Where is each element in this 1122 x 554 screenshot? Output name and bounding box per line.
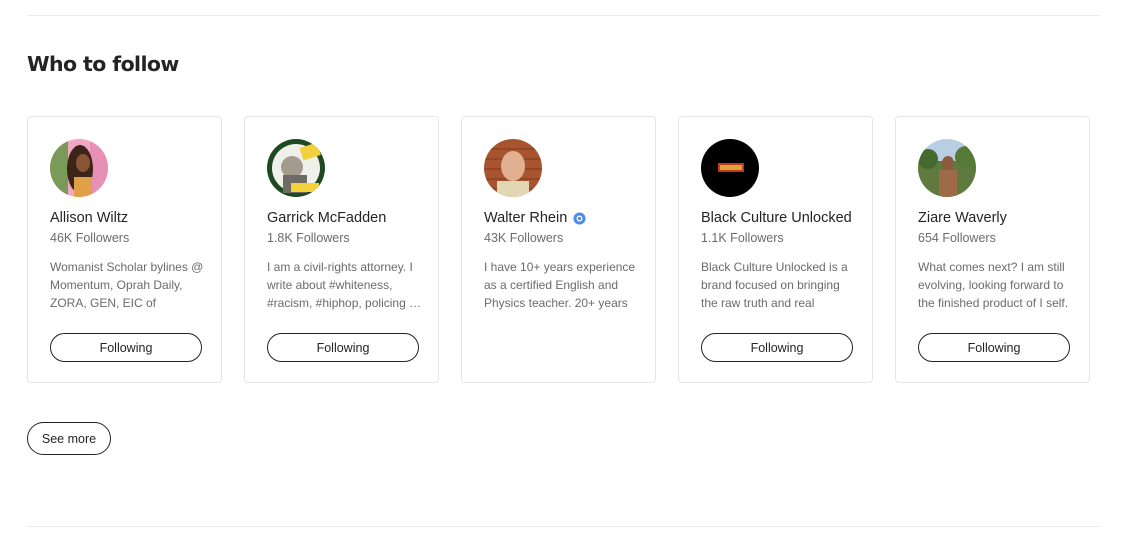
author-bio: Black Culture Unlocked is a brand focuse… <box>701 260 848 310</box>
following-button[interactable]: Following <box>701 333 853 362</box>
see-more-button[interactable]: See more <box>27 422 111 455</box>
author-bio: Womanist Scholar bylines @ Momentum, Opr… <box>50 260 204 310</box>
follow-card: Black Culture Unlocked 1.1K Followers Bl… <box>678 116 873 383</box>
follow-card: Walter Rhein 43K Followers I have 10+ ye… <box>461 116 656 383</box>
bottom-divider <box>27 526 1100 527</box>
avatar[interactable] <box>484 139 542 197</box>
following-button[interactable]: Following <box>50 333 202 362</box>
follower-count: 654 Followers <box>918 231 996 245</box>
author-name[interactable]: Walter Rhein <box>484 210 586 226</box>
author-bio: I have 10+ years experience as a certifi… <box>484 260 636 310</box>
avatar[interactable] <box>50 139 108 197</box>
black-logo-avatar-icon <box>701 139 759 197</box>
follower-count: 43K Followers <box>484 231 564 245</box>
following-button[interactable]: Following <box>918 333 1070 362</box>
who-to-follow-list: Allison Wiltz 46K Followers Womanist Sch… <box>27 116 1090 383</box>
follow-card: Garrick McFadden 1.8K Followers I am a c… <box>244 116 439 383</box>
author-bio: I am a civil-rights attorney. I write ab… <box>267 260 422 310</box>
follow-card: Ziare Waverly 654 Followers What comes n… <box>895 116 1090 383</box>
author-name[interactable]: Ziare Waverly <box>918 210 1007 226</box>
man-with-medium-badge-avatar-icon <box>267 139 325 197</box>
man-brick-wall-avatar-icon <box>484 139 542 197</box>
avatar[interactable] <box>918 139 976 197</box>
top-divider <box>27 15 1100 16</box>
author-name[interactable]: Allison Wiltz <box>50 210 128 226</box>
illustrated-woman-avatar-icon <box>50 139 108 197</box>
follower-count: 46K Followers <box>50 231 130 245</box>
follower-count: 1.8K Followers <box>267 231 350 245</box>
follow-card: Allison Wiltz 46K Followers Womanist Sch… <box>27 116 222 383</box>
follower-count: 1.1K Followers <box>701 231 784 245</box>
avatar[interactable] <box>701 139 759 197</box>
section-title: Who to follow <box>27 52 179 76</box>
verified-badge-icon <box>573 211 586 225</box>
following-button[interactable]: Following <box>267 333 419 362</box>
author-name[interactable]: Black Culture Unlocked <box>701 210 852 226</box>
avatar[interactable] <box>267 139 325 197</box>
author-name[interactable]: Garrick McFadden <box>267 210 386 226</box>
person-outdoors-avatar-icon <box>918 139 976 197</box>
author-bio: What comes next? I am still evolving, lo… <box>918 260 1069 310</box>
